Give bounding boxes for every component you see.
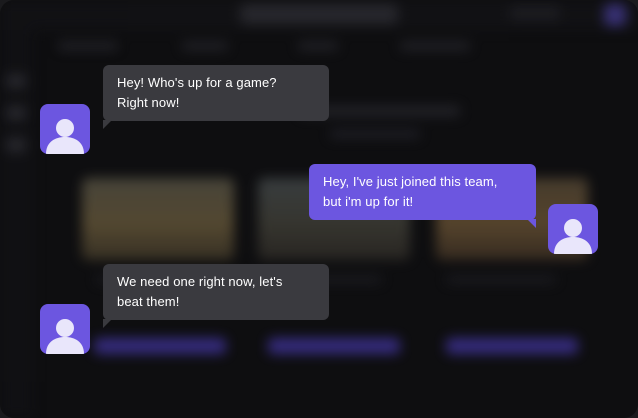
message-text-line: Hey! Who's up for a game? (117, 75, 277, 90)
message-text-line: beat them! (117, 294, 180, 309)
user-avatar-icon[interactable] (548, 204, 598, 254)
background-sidebar (0, 30, 34, 418)
bubble-tail (103, 319, 112, 328)
message-text-line: Hey, I've just joined this team, (323, 174, 498, 189)
background-game-card (82, 178, 234, 260)
message-bubble: Hey, I've just joined this team, but i'm… (309, 164, 536, 220)
message-bubble: Hey! Who's up for a game? Right now! (103, 65, 329, 121)
background-card-button (268, 338, 400, 354)
background-profile-avatar (604, 4, 626, 26)
message-text-line: but i'm up for it! (323, 194, 414, 209)
background-subheading (330, 130, 420, 138)
app-window: Hey! Who's up for a game? Right now! Hey… (0, 0, 638, 418)
background-card-caption (446, 276, 556, 283)
message-text-line: We need one right now, let's (117, 274, 283, 289)
background-search-field (240, 4, 398, 24)
bubble-tail (103, 120, 112, 129)
background-top-button (510, 6, 560, 20)
background-card-button (94, 338, 226, 354)
user-avatar-icon[interactable] (40, 104, 90, 154)
user-avatar-icon[interactable] (40, 304, 90, 354)
bubble-tail (527, 219, 536, 228)
message-bubble: We need one right now, let's beat them! (103, 264, 329, 320)
background-card-button (446, 338, 578, 354)
message-text-line: Right now! (117, 95, 180, 110)
